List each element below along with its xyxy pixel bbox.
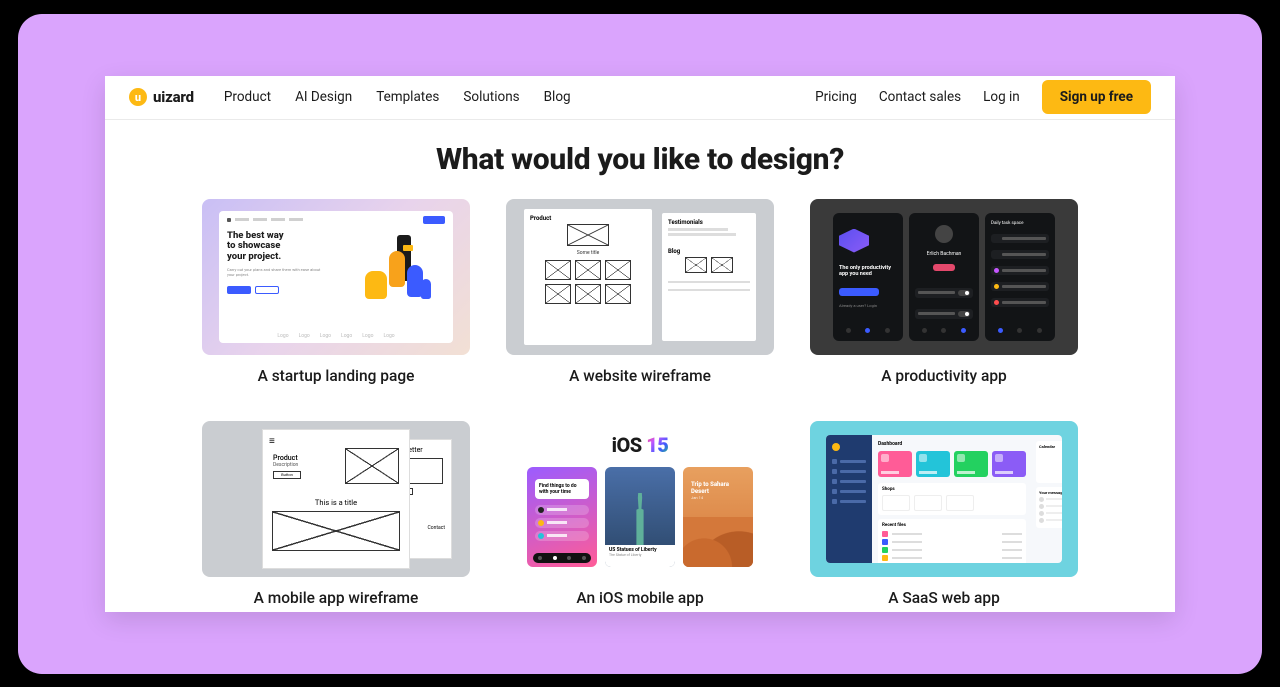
- template-card-label: A website wireframe: [506, 367, 774, 385]
- template-grid: The best way to showcase your project. C…: [105, 199, 1175, 612]
- template-thumb: Dashboard Shops: [810, 421, 1078, 577]
- brand-logo-text: uizard: [153, 88, 194, 106]
- template-thumb: The only productivity app you need Alrea…: [810, 199, 1078, 355]
- template-card-productivity-app[interactable]: The only productivity app you need Alrea…: [810, 199, 1078, 385]
- template-thumb: Product Some title: [506, 199, 774, 355]
- template-card-label: A mobile app wireframe: [202, 589, 470, 607]
- brand-logo[interactable]: u uizard: [129, 88, 194, 106]
- template-thumb: iOS 15 Find things to do with your time: [506, 421, 774, 577]
- nav-link-contact-sales[interactable]: Contact sales: [879, 89, 961, 105]
- nav-link-product[interactable]: Product: [224, 89, 271, 105]
- ios-logo: iOS 15: [612, 433, 669, 457]
- hamburger-icon: ≡: [269, 436, 275, 447]
- signup-button[interactable]: Sign up free: [1042, 80, 1151, 114]
- template-card-label: A productivity app: [810, 367, 1078, 385]
- template-card-startup-landing[interactable]: The best way to showcase your project. C…: [202, 199, 470, 385]
- template-card-ios-app[interactable]: iOS 15 Find things to do with your time: [506, 421, 774, 607]
- nav-link-login[interactable]: Log in: [983, 89, 1020, 105]
- nav-left: Product AI Design Templates Solutions Bl…: [224, 89, 571, 105]
- nav-link-blog[interactable]: Blog: [544, 89, 571, 105]
- template-card-label: A SaaS web app: [810, 589, 1078, 607]
- template-card-saas-app[interactable]: Dashboard Shops: [810, 421, 1078, 607]
- top-nav: u uizard Product AI Design Templates Sol…: [105, 76, 1175, 120]
- browser-window: u uizard Product AI Design Templates Sol…: [105, 76, 1175, 612]
- template-thumb: Newsletter Button Contact ≡ Product Desc…: [202, 421, 470, 577]
- presentation-frame: u uizard Product AI Design Templates Sol…: [18, 14, 1262, 674]
- nav-link-ai-design[interactable]: AI Design: [295, 89, 352, 105]
- page-headline: What would you like to design?: [105, 142, 1175, 177]
- template-card-website-wireframe[interactable]: Product Some title: [506, 199, 774, 385]
- template-card-label: A startup landing page: [202, 367, 470, 385]
- nav-right: Pricing Contact sales Log in Sign up fre…: [815, 80, 1151, 114]
- nav-link-pricing[interactable]: Pricing: [815, 89, 857, 105]
- brand-logo-mark: u: [129, 88, 147, 106]
- template-thumb: The best way to showcase your project. C…: [202, 199, 470, 355]
- nav-link-templates[interactable]: Templates: [376, 89, 439, 105]
- template-card-label: An iOS mobile app: [506, 589, 774, 607]
- nav-link-solutions[interactable]: Solutions: [463, 89, 519, 105]
- template-card-mobile-wireframe[interactable]: Newsletter Button Contact ≡ Product Desc…: [202, 421, 470, 607]
